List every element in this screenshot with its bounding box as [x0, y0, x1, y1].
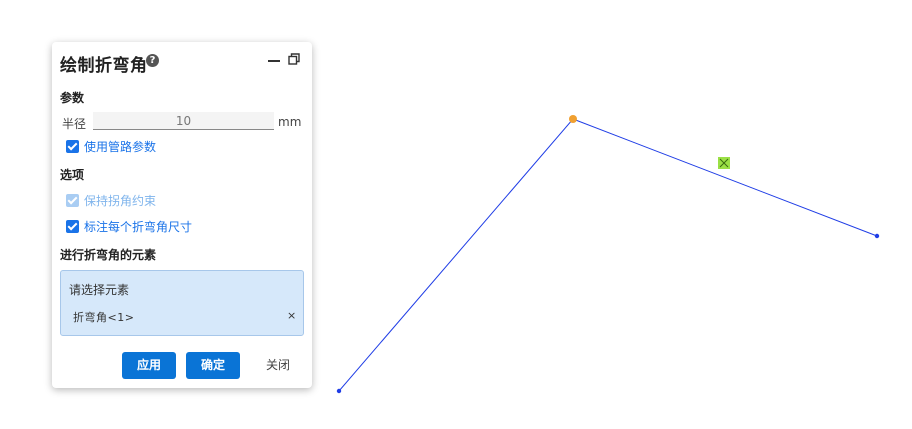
start-point[interactable] — [336, 388, 342, 394]
options-header: 选项 — [60, 168, 85, 182]
radius-label: 半径 — [62, 117, 87, 131]
checkbox-checked-disabled-icon — [66, 193, 79, 207]
close-button[interactable]: 关闭 — [256, 352, 300, 379]
radius-unit: mm — [278, 115, 302, 129]
end-point[interactable] — [874, 233, 880, 239]
ok-button[interactable]: 确定 — [186, 352, 240, 379]
selected-element[interactable]: 折弯角<1> — [73, 309, 134, 325]
use-pipe-params-checkbox[interactable]: 使用管路参数 — [66, 138, 156, 154]
bend-polyline[interactable] — [338, 118, 878, 392]
checkbox-checked-icon[interactable] — [66, 139, 79, 153]
corner-vertex[interactable] — [569, 115, 577, 123]
bend-angle-panel: 绘制折弯角 ? 参数 半径 mm 使用管路参数 选项 保持拐角约束 标注每个折弯… — [52, 42, 312, 388]
keep-corner-label: 保持拐角约束 — [84, 193, 157, 208]
help-icon[interactable]: ? — [146, 54, 159, 67]
element-selection-box[interactable]: 请选择元素 折弯角<1> × — [60, 270, 304, 336]
selection-placeholder: 请选择元素 — [69, 283, 130, 297]
annotate-each-checkbox[interactable]: 标注每个折弯角尺寸 — [66, 218, 192, 234]
annotate-each-label: 标注每个折弯角尺寸 — [84, 219, 193, 234]
remove-element-icon[interactable]: × — [287, 309, 296, 322]
apply-button[interactable]: 应用 — [122, 352, 176, 379]
minimize-icon[interactable] — [268, 52, 280, 68]
midpoint-marker[interactable] — [718, 157, 730, 169]
elements-header: 进行折弯角的元素 — [60, 248, 157, 262]
keep-corner-checkbox: 保持拐角约束 — [66, 192, 156, 208]
panel-title: 绘制折弯角 — [60, 56, 148, 76]
params-header: 参数 — [60, 91, 85, 105]
radius-input[interactable] — [93, 112, 274, 130]
restore-window-icon[interactable] — [288, 53, 300, 65]
use-pipe-params-label: 使用管路参数 — [84, 139, 157, 154]
checkbox-checked-icon[interactable] — [66, 219, 79, 233]
